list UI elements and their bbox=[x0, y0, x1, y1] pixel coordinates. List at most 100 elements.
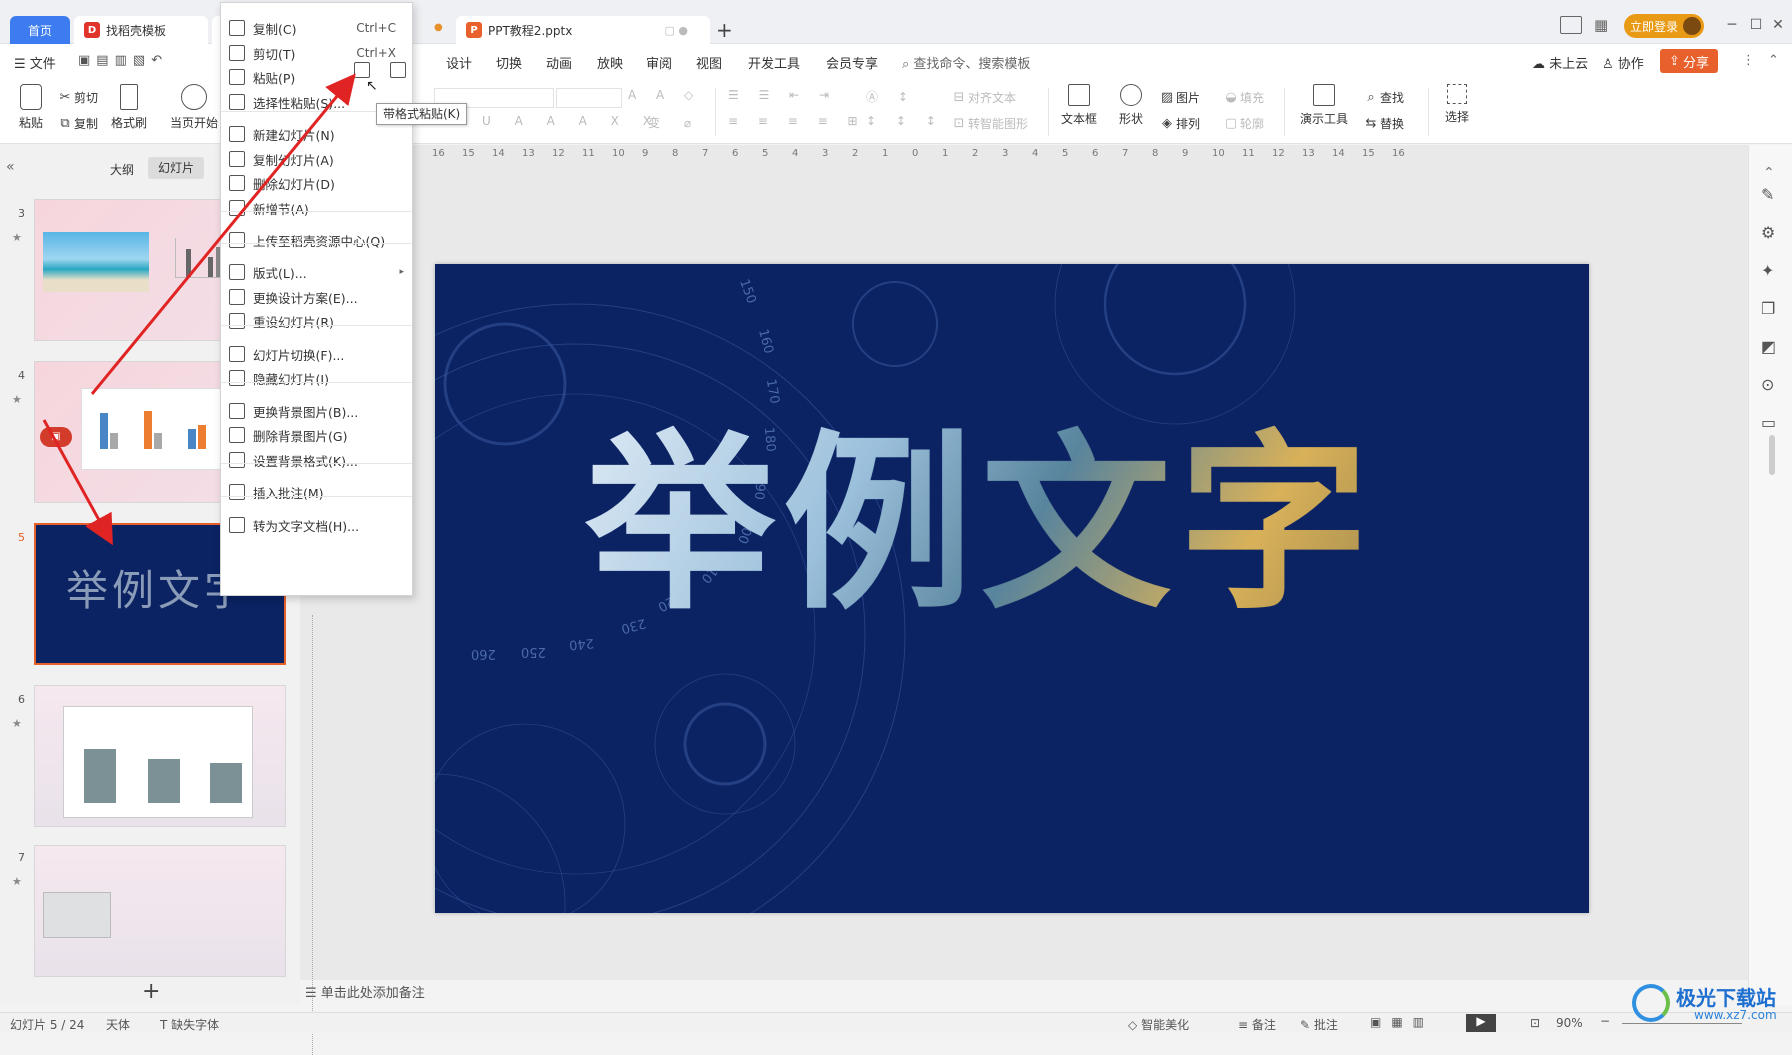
settings-sliders-icon[interactable]: ⚙ bbox=[1761, 223, 1775, 242]
undo-icon[interactable]: ↶ bbox=[151, 53, 168, 68]
theme-name[interactable]: 天体 bbox=[106, 1016, 130, 1033]
file-menu[interactable]: ☰ 文件 bbox=[14, 53, 56, 72]
play-slideshow-button[interactable]: ▶ bbox=[1466, 1014, 1496, 1032]
more-icon[interactable]: ⋮ bbox=[1742, 53, 1755, 68]
export-icon[interactable]: ▤ bbox=[96, 53, 114, 68]
font-size-buttons[interactable]: A A ◇ bbox=[628, 88, 701, 102]
fill-button[interactable]: ◒ 填充 bbox=[1222, 88, 1264, 106]
tab-ppt-doc[interactable]: P PPT教程2.pptx ▢ ● bbox=[456, 16, 710, 44]
design-icon[interactable]: ◩ bbox=[1761, 337, 1776, 356]
menu-item-hide-slide[interactable]: 隐藏幻灯片(I) bbox=[221, 365, 412, 391]
spacing-buttons[interactable]: ↕ ↕ ↕ bbox=[866, 114, 944, 128]
picture-button[interactable]: ▨ 图片 bbox=[1158, 88, 1200, 106]
zoom-level[interactable]: 90% bbox=[1556, 1016, 1583, 1030]
list-buttons[interactable]: ☰ ☰ ⇤ ⇥ bbox=[728, 88, 837, 102]
font-style-buttons[interactable]: U A A A X X bbox=[482, 114, 661, 128]
collapse-panel-icon[interactable]: « bbox=[6, 159, 15, 175]
align-buttons[interactable]: ≡ ≡ ≡ ≡ ⊞ bbox=[728, 114, 866, 128]
slide-title[interactable]: 举例文字 bbox=[585, 414, 1485, 634]
menu-item-copy[interactable]: 复制(C) Ctrl+C bbox=[221, 15, 412, 41]
add-slide-button[interactable]: + bbox=[142, 979, 160, 1004]
view-mode-buttons[interactable]: ▣▦▥ bbox=[1370, 1015, 1434, 1029]
slide-canvas[interactable]: 150160170180190200210220230240250260 举例文… bbox=[435, 264, 1589, 913]
cloud-status[interactable]: ☁ 未上云 bbox=[1532, 53, 1588, 72]
print-icon[interactable]: ▥ bbox=[115, 53, 133, 68]
collapse-ribbon-icon[interactable]: ⌃ bbox=[1768, 53, 1779, 68]
tab-outline[interactable]: 大纲 bbox=[110, 161, 134, 178]
textbox-button[interactable]: 文本框 bbox=[1054, 84, 1104, 127]
paste-as-picture-icon[interactable] bbox=[390, 62, 406, 78]
slide-thumbnail-7[interactable] bbox=[34, 845, 286, 977]
scrollbar-thumb[interactable] bbox=[1769, 435, 1775, 475]
tab-home[interactable]: 首页 bbox=[10, 16, 70, 44]
align-text-button[interactable]: ⊟ 对齐文本 bbox=[950, 88, 1016, 106]
slide-action-icon[interactable]: ▣ bbox=[40, 427, 72, 447]
fit-window-icon[interactable]: ⊡ bbox=[1530, 1016, 1540, 1030]
menu-item-format-background[interactable]: 设置背景格式(K)... bbox=[221, 447, 412, 473]
scroll-up-icon[interactable]: ⌃ bbox=[1763, 165, 1775, 181]
comments-toggle[interactable]: ✎ 批注 bbox=[1300, 1016, 1338, 1033]
animation-icon[interactable]: ✦ bbox=[1761, 261, 1774, 280]
menu-item-reset-slide[interactable]: 重设幻灯片(R) bbox=[221, 308, 412, 334]
tab-docer-templates[interactable]: D 找稻壳模板 bbox=[74, 16, 208, 44]
shape-button[interactable]: 形状 bbox=[1106, 84, 1156, 127]
menu-view[interactable]: 视图 bbox=[696, 53, 722, 72]
menu-item-layout[interactable]: 版式(L)... ▸ bbox=[221, 259, 412, 285]
new-tab-button[interactable]: + bbox=[716, 18, 733, 42]
login-button[interactable]: 立即登录 bbox=[1624, 14, 1704, 38]
object-properties-icon[interactable]: ✎ bbox=[1761, 185, 1774, 204]
replace-button[interactable]: ⇆ 替换 bbox=[1362, 114, 1404, 132]
command-search[interactable]: ⌕ 查找命令、搜索模板 bbox=[902, 53, 1030, 72]
menu-item-cut[interactable]: 剪切(T) Ctrl+X bbox=[221, 40, 412, 66]
arrange-button[interactable]: ◈ 排列 bbox=[1158, 114, 1200, 132]
menu-transition[interactable]: 切换 bbox=[496, 53, 522, 72]
quick-access-toolbar[interactable]: ▣▤▥▧↶ bbox=[78, 53, 168, 68]
menu-member[interactable]: 会员专享 bbox=[826, 53, 878, 72]
menu-slideshow[interactable]: 放映 bbox=[597, 53, 623, 72]
notes-toggle[interactable]: ≡ 备注 bbox=[1238, 1016, 1276, 1033]
close-button[interactable]: ✕ bbox=[1764, 14, 1792, 36]
layout-icon[interactable] bbox=[1560, 16, 1582, 34]
menu-item-slide-transition[interactable]: 幻灯片切换(F)... bbox=[221, 341, 412, 367]
font-effect-buttons[interactable]: 变 ⌀ bbox=[648, 114, 701, 131]
paste-keep-format-icon[interactable] bbox=[354, 62, 370, 78]
menu-item-delete-slide[interactable]: 删除幻灯片(D) bbox=[221, 170, 412, 196]
text-direction-buttons[interactable]: Ⓐ ↕ bbox=[866, 88, 916, 105]
transition-icon[interactable]: ❐ bbox=[1761, 299, 1775, 318]
menu-item-new-section[interactable]: 新增节(A) bbox=[221, 195, 412, 221]
menu-item-duplicate-slide[interactable]: 复制幻灯片(A) bbox=[221, 146, 412, 172]
slide-thumbnail-6[interactable] bbox=[34, 685, 286, 827]
save-icon[interactable]: ▣ bbox=[78, 53, 96, 68]
menu-item-change-bg-picture[interactable]: 更换背景图片(B)... bbox=[221, 398, 412, 424]
smart-beautify-button[interactable]: ◇ 智能美化 bbox=[1128, 1016, 1189, 1033]
menu-item-convert-to-document[interactable]: 转为文字文档(H)... bbox=[221, 512, 412, 538]
menu-item-upload-docer[interactable]: 上传至稻壳资源中心(Q) bbox=[221, 227, 412, 253]
menu-item-delete-bg-picture[interactable]: 删除背景图片(G) bbox=[221, 422, 412, 448]
location-icon[interactable]: ⊙ bbox=[1761, 375, 1774, 394]
format-painter-button[interactable]: 格式刷 bbox=[104, 84, 154, 131]
book-icon[interactable]: ▭ bbox=[1761, 413, 1776, 432]
menu-item-insert-comment[interactable]: 插入批注(M) bbox=[221, 479, 412, 505]
copy-button[interactable]: ⧉ 复制 bbox=[56, 114, 98, 132]
select-button[interactable]: 选择 bbox=[1432, 84, 1482, 125]
tab-slides[interactable]: 幻灯片 bbox=[148, 157, 204, 179]
menu-item-change-design[interactable]: 更换设计方案(E)... bbox=[221, 284, 412, 310]
menu-review[interactable]: 审阅 bbox=[646, 53, 672, 72]
missing-font-button[interactable]: T 缺失字体 bbox=[160, 1016, 219, 1033]
play-current-button[interactable]: 当页开始 bbox=[164, 84, 224, 131]
preview-icon[interactable]: ▧ bbox=[133, 53, 151, 68]
menu-animation[interactable]: 动画 bbox=[546, 53, 572, 72]
menu-design[interactable]: 设计 bbox=[446, 53, 472, 72]
find-button[interactable]: ⌕ 查找 bbox=[1362, 88, 1404, 106]
presentation-tools-button[interactable]: 演示工具 bbox=[1292, 84, 1356, 127]
outline-button[interactable]: ▢ 轮廓 bbox=[1222, 114, 1264, 132]
share-button[interactable]: ⇪ 分享 bbox=[1660, 49, 1718, 73]
smart-shape-button[interactable]: ⊡ 转智能图形 bbox=[950, 114, 1028, 132]
menu-developer[interactable]: 开发工具 bbox=[748, 53, 800, 72]
zoom-out-button[interactable]: − bbox=[1600, 1014, 1610, 1028]
menu-item-paste[interactable]: 粘贴(P) bbox=[221, 64, 412, 90]
notes-pane[interactable]: ☰ 单击此处添加备注 bbox=[305, 982, 1748, 1006]
apps-grid-icon[interactable]: ▦ bbox=[1594, 16, 1612, 34]
cut-button[interactable]: ✂ 剪切 bbox=[56, 88, 98, 106]
font-size-select[interactable] bbox=[556, 88, 622, 108]
